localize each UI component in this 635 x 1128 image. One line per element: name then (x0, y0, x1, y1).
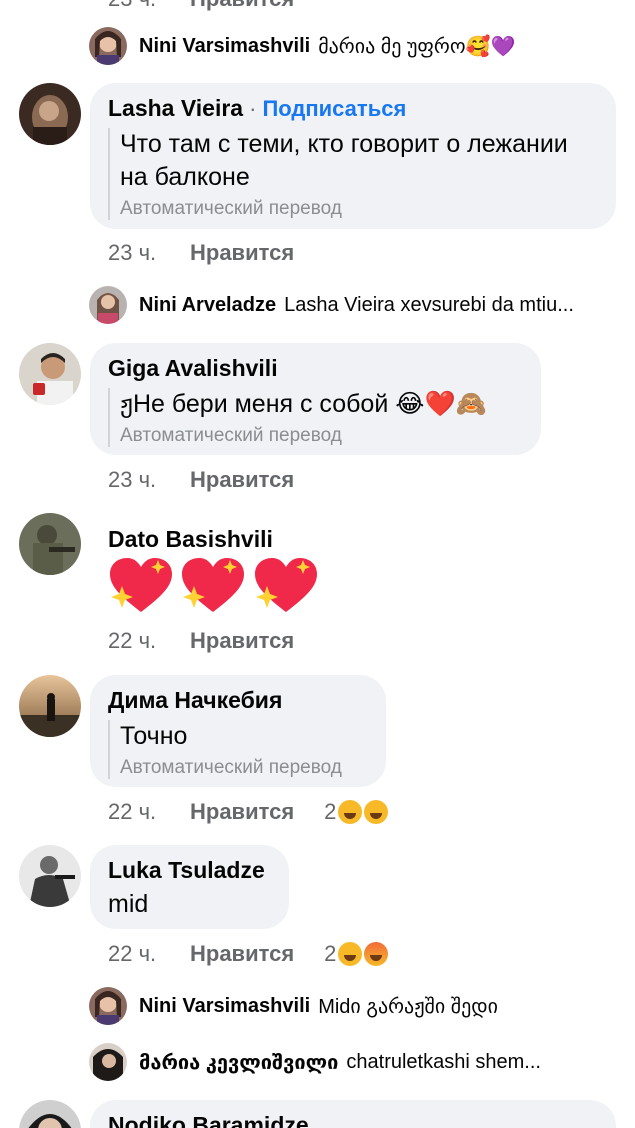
comment-time: 22 ч. (108, 799, 157, 824)
reply-item[interactable]: Nini Arveladze Lasha Vieira xevsurebi da… (89, 286, 619, 324)
comment-meta: 22 ч. Нравится (108, 628, 294, 654)
reply-author[interactable]: Nini Arveladze (139, 294, 276, 317)
like-button[interactable]: Нравится (190, 941, 294, 967)
reaction-summary[interactable]: 2 (324, 799, 389, 825)
avatar[interactable] (19, 343, 81, 405)
comment-bubble: Nodiko Baramidze (90, 1100, 616, 1128)
reaction-count: 2 (324, 799, 337, 824)
comment-meta: 23 ч. Нравится (108, 240, 294, 266)
reply-item[interactable]: მარია კევლიშვილი chatruletkashi shem... (89, 1043, 619, 1081)
comment-author[interactable]: Dato Basishvili (108, 526, 273, 553)
comment-author[interactable]: Giga Avalishvili (108, 355, 523, 382)
comment-bubble: Giga Avalishvili ჟНе бери меня с собой 😂… (90, 343, 541, 455)
comment-time: 22 ч. (108, 628, 157, 653)
reply-author[interactable]: Nini Varsimashvili (139, 995, 310, 1018)
reply-item[interactable]: Nini Varsimashvili Midი გარაჟში შედი (89, 987, 609, 1025)
avatar[interactable] (89, 1043, 127, 1081)
comment-text: mid (108, 890, 149, 918)
comment-meta: 23 ч. Нравится (108, 467, 294, 493)
comment-author[interactable]: Nodiko Baramidze (108, 1112, 598, 1128)
comment-author[interactable]: Lasha Vieira (108, 95, 243, 122)
comment-text: Точно (120, 722, 188, 750)
comment-author[interactable]: Дима Начкебия (108, 687, 368, 714)
like-button[interactable]: Нравится (190, 0, 294, 12)
top-comment-meta: 23 ч. Нравится (108, 0, 294, 12)
reply-author[interactable]: Nini Varsimashvili (139, 35, 310, 58)
reply-text: Midი გარაჟში შედი (318, 995, 499, 1018)
laugh-reaction-icon (338, 942, 363, 966)
comment-bubble: Lasha Vieira · Подписаться Что там с тем… (90, 83, 616, 229)
reply-author[interactable]: მარია კევლიშვილი (139, 1050, 338, 1075)
comment-text: ჟНе бери меня с собой 😂❤️🙈 (120, 390, 487, 418)
reply-text: Lasha Vieira xevsurebi da mtiu... (284, 293, 574, 316)
care-reaction-icon (338, 800, 363, 824)
comment-text-block: Точно Автоматический перевод (108, 720, 368, 779)
laugh-reaction-icon (364, 800, 389, 824)
like-button[interactable]: Нравится (190, 467, 294, 493)
comment-bubble: Luka Tsuladze mid (90, 845, 289, 929)
avatar[interactable] (19, 513, 81, 575)
sparkling-heart-icon (110, 558, 172, 612)
reply-text: chatruletkashi shem... (346, 1050, 541, 1073)
avatar[interactable] (19, 675, 81, 737)
comment-time: 22 ч. (108, 941, 157, 966)
avatar[interactable] (89, 987, 127, 1025)
comment-author[interactable]: Luka Tsuladze (108, 857, 271, 884)
avatar[interactable] (89, 27, 127, 65)
comment-bubble: Дима Начкебия Точно Автоматический перев… (90, 675, 386, 787)
separator-dot: · (249, 96, 257, 121)
like-button[interactable]: Нравится (190, 628, 294, 654)
follow-link[interactable]: Подписаться (262, 96, 406, 122)
like-button[interactable]: Нравится (190, 799, 294, 825)
avatar[interactable] (19, 1100, 81, 1128)
reaction-summary[interactable]: 2 (324, 941, 389, 967)
avatar[interactable] (19, 845, 81, 907)
reaction-count: 2 (324, 941, 337, 966)
comment-time: 23 ч. (108, 467, 157, 492)
reply-text: მარია მე უფრო🥰💜 (318, 35, 516, 58)
angry-reaction-icon (364, 942, 389, 966)
auto-translation-link[interactable]: Автоматический перевод (120, 198, 598, 220)
like-button[interactable]: Нравится (190, 240, 294, 266)
comment-text: Что там с теми, кто говорит о лежании на… (120, 130, 568, 191)
sparkling-heart-icon (182, 558, 245, 612)
heart-sparkle-emojis: 💖💖💖 (108, 556, 321, 620)
comment-text-block: Что там с теми, кто говорит о лежании на… (108, 128, 598, 220)
comment-text-block: ჟНе бери меня с собой 😂❤️🙈 Автоматически… (108, 388, 523, 447)
comment-time: 23 ч. (108, 240, 157, 265)
auto-translation-link[interactable]: Автоматический перевод (120, 425, 523, 447)
reply-item[interactable]: Nini Varsimashvili მარია მე უფრო🥰💜 (89, 27, 609, 65)
sparkling-heart-icon (254, 558, 317, 612)
auto-translation-link[interactable]: Автоматический перевод (120, 757, 368, 779)
comment-meta: 22 ч. Нравится 2 (108, 799, 389, 825)
comment-meta: 22 ч. Нравится 2 (108, 941, 389, 967)
avatar[interactable] (19, 83, 81, 145)
avatar[interactable] (89, 286, 127, 324)
comment-time: 23 ч. (108, 0, 190, 12)
